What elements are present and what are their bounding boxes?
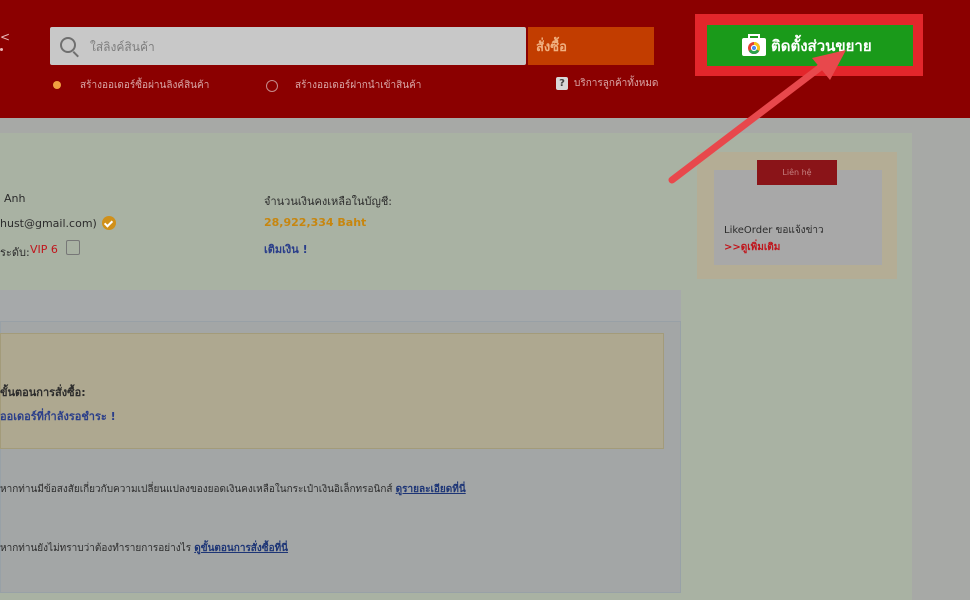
annotation-arrow [668, 50, 846, 184]
